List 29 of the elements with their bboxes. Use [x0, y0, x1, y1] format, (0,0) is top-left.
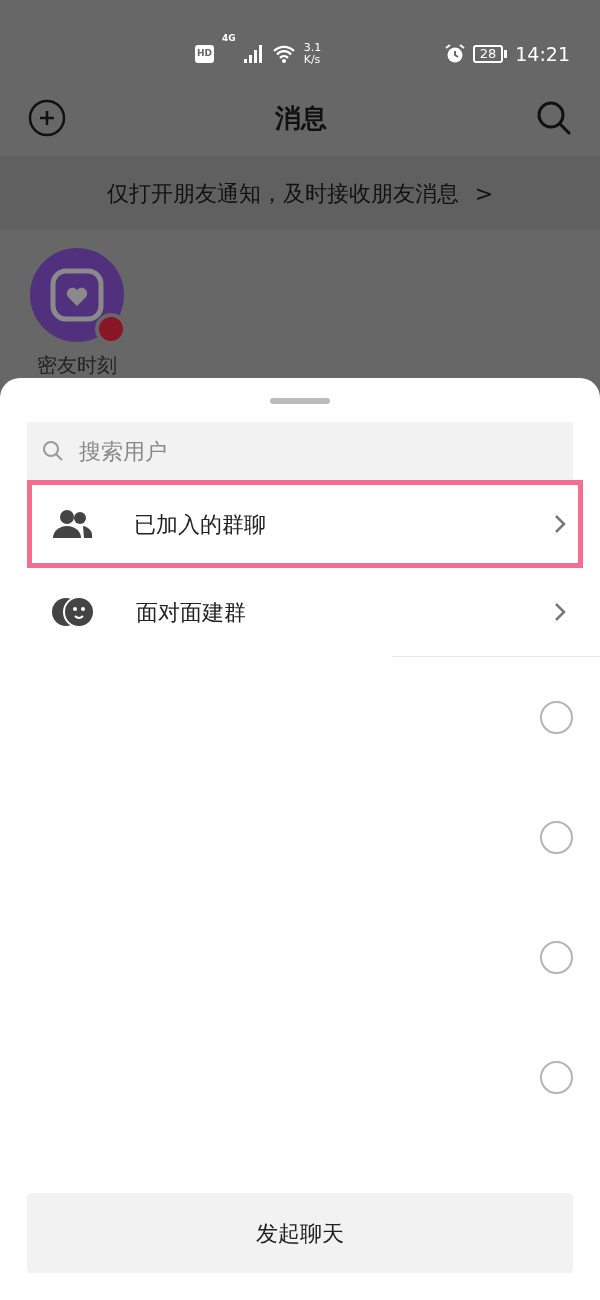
- alarm-icon: [444, 44, 465, 64]
- story-label: 密友时刻: [37, 352, 117, 379]
- radio-button[interactable]: [540, 700, 573, 734]
- search-field[interactable]: 搜索用户: [27, 422, 573, 480]
- menu-row[interactable]: 已加入的群聊: [27, 480, 583, 568]
- heart-frame-icon: [50, 268, 104, 322]
- chevron-icon: [554, 514, 566, 534]
- chevron-icon: [554, 602, 566, 622]
- row-label: 面对面建群: [136, 598, 247, 627]
- hd-badge: HD: [195, 45, 214, 63]
- search-icon[interactable]: [536, 100, 572, 136]
- search-icon: [42, 440, 64, 462]
- clock-time: 14:21: [515, 41, 570, 67]
- network-label: 4G: [222, 32, 236, 45]
- radio-button[interactable]: [540, 940, 573, 974]
- add-icon[interactable]: [28, 99, 66, 137]
- wifi-icon: [271, 45, 296, 63]
- page-title: 消息: [275, 101, 327, 135]
- people-icon: [52, 509, 92, 539]
- face-icon: [52, 597, 94, 627]
- row-label: 已加入的群聊: [134, 510, 267, 539]
- menu-row[interactable]: 面对面建群: [27, 568, 583, 656]
- radio-button[interactable]: [540, 1060, 573, 1094]
- signal-icon: [243, 45, 264, 63]
- start-chat-button[interactable]: 发起聊天: [27, 1193, 573, 1273]
- drag-handle[interactable]: [270, 398, 330, 404]
- speed-value: 3.1: [303, 42, 322, 54]
- radio-button[interactable]: [540, 820, 573, 854]
- speed-unit: K/s: [303, 54, 322, 66]
